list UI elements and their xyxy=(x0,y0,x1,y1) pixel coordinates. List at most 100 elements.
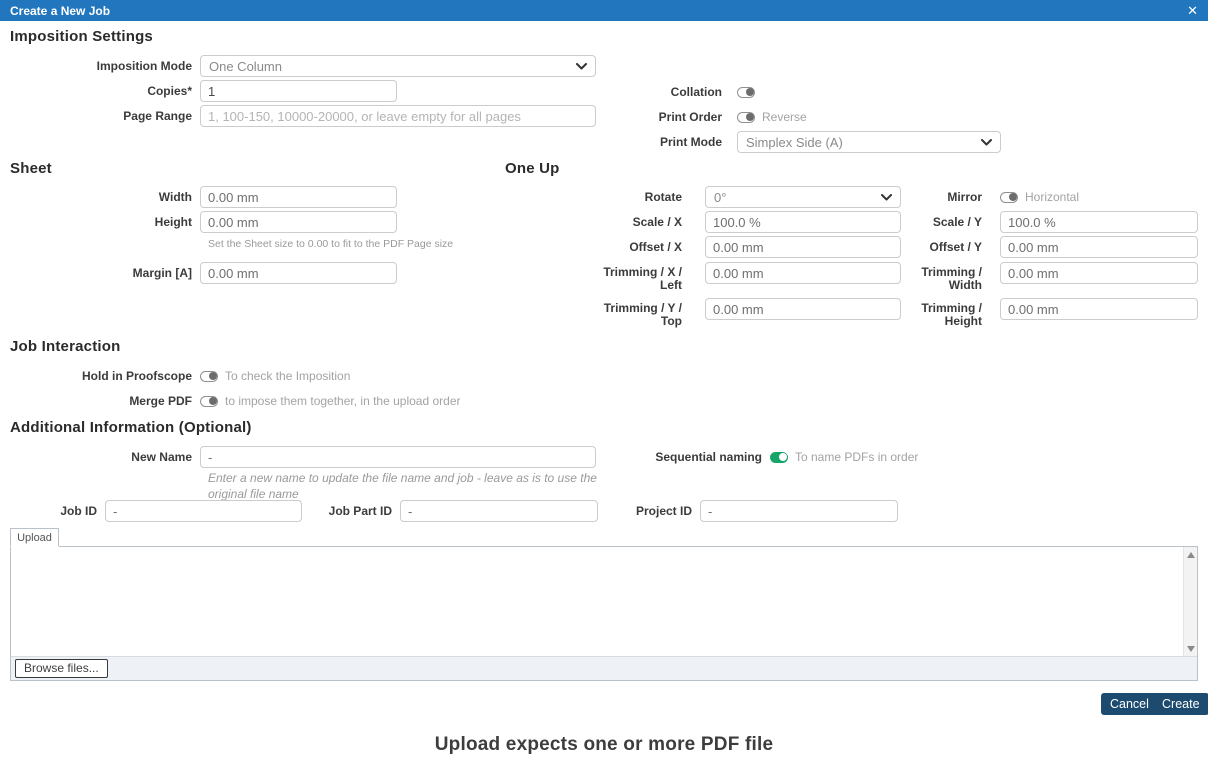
scroll-down-icon[interactable] xyxy=(1187,646,1195,652)
section-heading-sheet: Sheet xyxy=(10,160,52,177)
sheet-height-row: Height xyxy=(0,211,397,233)
cancel-button[interactable]: Cancel xyxy=(1101,693,1158,715)
hold-in-proofscope-label: Hold in Proofscope xyxy=(0,370,200,383)
scroll-up-icon[interactable] xyxy=(1187,552,1195,558)
hold-in-proofscope-hint: To check the Imposition xyxy=(225,369,350,383)
print-mode-value: Simplex Side (A) xyxy=(746,135,843,150)
rotate-label: Rotate xyxy=(505,191,690,204)
hold-in-proofscope-toggle[interactable] xyxy=(200,371,218,382)
project-id-row: Project ID xyxy=(600,500,898,522)
scale-y-row: Scale / Y xyxy=(805,211,1198,233)
toggle-knob xyxy=(209,397,217,405)
mirror-row: Mirror Horizontal xyxy=(805,190,1079,204)
sheet-height-input[interactable] xyxy=(200,211,397,233)
project-id-input[interactable] xyxy=(700,500,898,522)
print-order-hint: Reverse xyxy=(762,110,807,124)
job-id-label: Job ID xyxy=(0,505,105,518)
upload-scrollbar[interactable] xyxy=(1183,547,1197,657)
toggle-knob xyxy=(746,88,754,96)
job-part-id-label: Job Part ID xyxy=(300,505,400,518)
rotate-value: 0° xyxy=(714,190,726,205)
sheet-width-row: Width xyxy=(0,186,397,208)
print-mode-label: Print Mode xyxy=(560,136,730,149)
page-range-label: Page Range xyxy=(0,110,200,123)
collation-label: Collation xyxy=(560,86,730,99)
job-part-id-input[interactable] xyxy=(400,500,598,522)
toggle-knob xyxy=(1009,193,1017,201)
trimming-height-row: Trimming / Height xyxy=(805,298,1198,328)
section-heading-one-up: One Up xyxy=(505,160,560,177)
new-name-helper-text: Enter a new name to update the file name… xyxy=(208,471,608,502)
trimming-width-row: Trimming / Width xyxy=(805,262,1198,292)
toggle-knob xyxy=(209,372,217,380)
offset-y-input[interactable] xyxy=(1000,236,1198,258)
upload-expectation-message: Upload expects one or more PDF file xyxy=(0,734,1208,756)
collation-toggle[interactable] xyxy=(737,87,755,98)
sequential-naming-toggle[interactable] xyxy=(770,452,788,463)
merge-pdf-toggle[interactable] xyxy=(200,396,218,407)
print-mode-row: Print Mode Simplex Side (A) xyxy=(560,131,1001,153)
hold-in-proofscope-row: Hold in Proofscope To check the Impositi… xyxy=(0,369,350,383)
new-name-row: New Name xyxy=(0,446,596,468)
sheet-width-input[interactable] xyxy=(200,186,397,208)
trimming-width-input[interactable] xyxy=(1000,262,1198,284)
chevron-down-icon xyxy=(981,139,992,146)
sheet-height-label: Height xyxy=(0,216,200,229)
mirror-hint: Horizontal xyxy=(1025,190,1079,204)
copies-input[interactable] xyxy=(200,80,397,102)
section-heading-additional-information: Additional Information (Optional) xyxy=(10,419,252,436)
scale-y-label: Scale / Y xyxy=(805,216,990,229)
scale-y-input[interactable] xyxy=(1000,211,1198,233)
offset-y-row: Offset / Y xyxy=(805,236,1198,258)
page-range-row: Page Range xyxy=(0,105,596,127)
close-icon[interactable]: ✕ xyxy=(1187,4,1198,17)
mirror-toggle[interactable] xyxy=(1000,192,1018,203)
merge-pdf-hint: to impose them together, in the upload o… xyxy=(225,394,460,408)
dialog-title: Create a New Job xyxy=(10,4,110,18)
sequential-naming-row: Sequential naming To name PDFs in order xyxy=(600,450,918,464)
sheet-margin-label: Margin [A] xyxy=(0,267,200,280)
print-mode-select[interactable]: Simplex Side (A) xyxy=(737,131,1001,153)
sheet-width-label: Width xyxy=(0,191,200,204)
tab-upload[interactable]: Upload xyxy=(10,528,59,547)
scale-x-label: Scale / X xyxy=(505,216,690,229)
collation-row: Collation xyxy=(560,85,755,99)
sheet-size-helper-text: Set the Sheet size to 0.00 to fit to the… xyxy=(208,238,453,250)
offset-y-label: Offset / Y xyxy=(805,241,990,254)
trimming-height-input[interactable] xyxy=(1000,298,1198,320)
sequential-naming-label: Sequential naming xyxy=(600,451,770,464)
job-part-id-row: Job Part ID xyxy=(300,500,598,522)
copies-row: Copies* xyxy=(0,80,397,102)
imposition-mode-select[interactable]: One Column xyxy=(200,55,596,77)
copies-label: Copies* xyxy=(0,85,200,98)
trimming-height-label: Trimming / Height xyxy=(805,298,990,328)
imposition-mode-row: Imposition Mode One Column xyxy=(0,55,596,77)
print-order-row: Print Order Reverse xyxy=(560,110,807,124)
job-id-input[interactable] xyxy=(105,500,302,522)
imposition-mode-label: Imposition Mode xyxy=(0,60,200,73)
merge-pdf-row: Merge PDF to impose them together, in th… xyxy=(0,394,460,408)
trimming-y-top-label: Trimming / Y / Top xyxy=(505,298,690,328)
chevron-down-icon xyxy=(576,63,587,70)
mirror-label: Mirror xyxy=(805,191,990,204)
print-order-label: Print Order xyxy=(560,111,730,124)
sheet-margin-input[interactable] xyxy=(200,262,397,284)
new-name-input[interactable] xyxy=(200,446,596,468)
toggle-knob xyxy=(746,113,754,121)
sheet-margin-row: Margin [A] xyxy=(0,262,397,284)
dialog-titlebar: Create a New Job ✕ xyxy=(0,0,1208,21)
section-heading-job-interaction: Job Interaction xyxy=(10,338,121,355)
project-id-label: Project ID xyxy=(600,505,700,518)
browse-files-button[interactable]: Browse files... xyxy=(15,659,108,678)
offset-x-label: Offset / X xyxy=(505,241,690,254)
sequential-naming-hint: To name PDFs in order xyxy=(795,450,918,464)
upload-panel: Browse files... xyxy=(10,546,1198,681)
section-heading-imposition: Imposition Settings xyxy=(10,28,153,45)
print-order-toggle[interactable] xyxy=(737,112,755,123)
trimming-x-left-label: Trimming / X / Left xyxy=(505,262,690,292)
new-name-label: New Name xyxy=(0,451,200,464)
toggle-knob xyxy=(779,453,787,461)
trimming-width-label: Trimming / Width xyxy=(805,262,990,292)
page-range-input[interactable] xyxy=(200,105,596,127)
create-button[interactable]: Create xyxy=(1153,693,1208,715)
